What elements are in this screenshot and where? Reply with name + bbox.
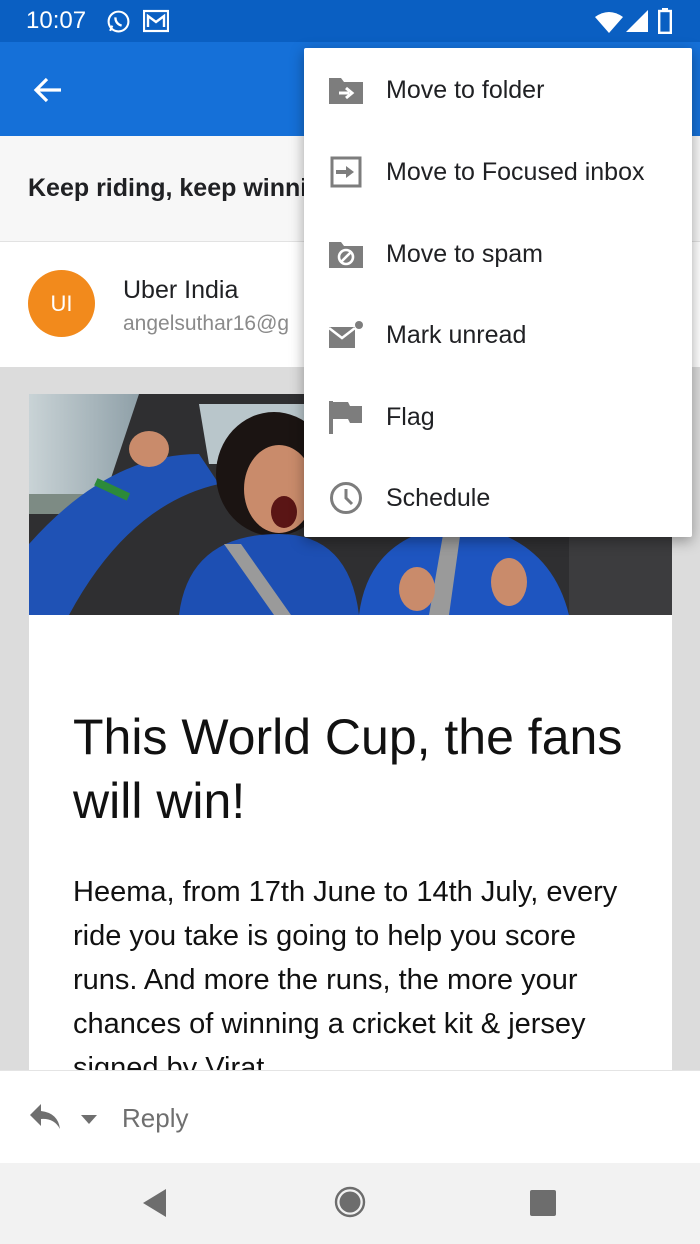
menu-item-label: Schedule	[386, 483, 491, 512]
back-arrow-icon	[33, 77, 61, 103]
menu-item-label: Move to folder	[386, 75, 545, 104]
status-bar: 10:07	[0, 0, 700, 42]
signal-icon	[626, 10, 648, 37]
overflow-menu: Move to folder Move to Focused inbox Mov…	[304, 48, 692, 537]
menu-item-label: Move to spam	[386, 239, 544, 268]
reply-options-dropdown-icon[interactable]	[80, 1113, 98, 1131]
spam-folder-icon	[326, 234, 366, 274]
nav-home-button[interactable]	[333, 1185, 367, 1224]
email-subject: Keep riding, keep winni	[28, 174, 308, 202]
email-headline: This World Cup, the fans will win!	[73, 709, 623, 829]
sender-email: angelsuthar16@g	[123, 312, 290, 335]
folder-move-icon	[326, 70, 366, 110]
focused-inbox-icon	[326, 152, 366, 192]
menu-item-move-to-focused-inbox[interactable]: Move to Focused inbox	[304, 131, 692, 213]
gmail-icon	[142, 9, 170, 38]
battery-icon	[658, 8, 673, 39]
system-nav-bar	[0, 1163, 700, 1244]
status-time: 10:07	[26, 7, 87, 34]
email-content-card: This World Cup, the fans will win! Heema…	[29, 615, 672, 1070]
menu-item-label: Flag	[386, 402, 435, 431]
back-button[interactable]	[22, 64, 74, 116]
menu-item-label: Mark unread	[386, 320, 527, 349]
reply-label[interactable]: Reply	[122, 1103, 188, 1134]
menu-item-move-to-folder[interactable]: Move to folder	[304, 49, 692, 131]
clock-icon	[326, 478, 366, 518]
email-body-text: Heema, from 17th June to 14th July, ever…	[73, 876, 618, 1070]
avatar[interactable]: UI	[28, 270, 95, 337]
reply-icon[interactable]	[28, 1101, 62, 1136]
menu-item-label: Move to Focused inbox	[386, 157, 645, 186]
whatsapp-icon	[106, 9, 131, 39]
nav-back-button[interactable]	[140, 1187, 170, 1224]
wifi-icon	[595, 11, 623, 38]
menu-item-flag[interactable]: Flag	[304, 376, 692, 458]
menu-item-move-to-spam[interactable]: Move to spam	[304, 213, 692, 295]
flag-icon	[326, 397, 366, 437]
menu-item-mark-unread[interactable]: Mark unread	[304, 294, 692, 376]
reply-bar[interactable]: Reply	[0, 1070, 700, 1164]
sender-name: Uber India	[123, 276, 239, 304]
nav-recents-button[interactable]	[529, 1189, 557, 1222]
menu-item-schedule[interactable]: Schedule	[304, 457, 692, 539]
mark-unread-icon	[326, 315, 366, 355]
